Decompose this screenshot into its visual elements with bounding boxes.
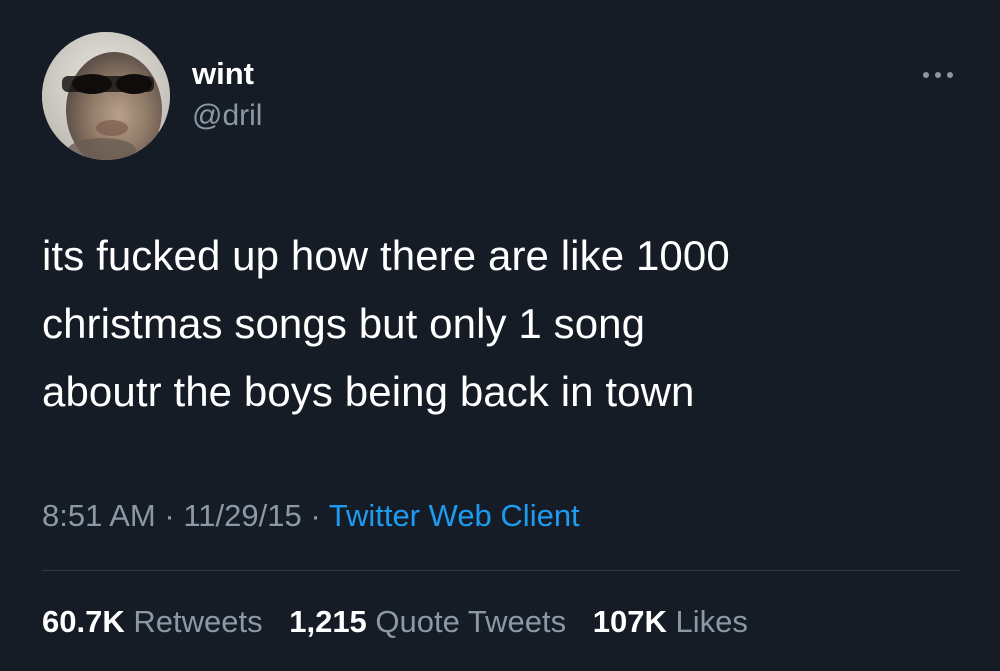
tweet-date[interactable]: 11/29/15 [183,498,301,533]
tweet-time[interactable]: 8:51 AM [42,498,156,533]
tweet-header: wint @dril [42,32,958,162]
tweet-meta: 8:51 AM · 11/29/15 · Twitter Web Client [42,496,580,536]
meta-separator: · [164,498,175,533]
user-handle[interactable]: @dril [192,96,262,136]
tweet-text-line: christmas songs but only 1 song [42,300,646,347]
meta-separator: · [310,498,321,533]
user-names: wint @dril [192,54,262,136]
tweet-text: its fucked up how there are like 1000 ch… [42,222,962,426]
quote-tweets-label: Quote Tweets [375,604,567,639]
tweet-stats: 60.7K Retweets 1,215 Quote Tweets 107K L… [42,600,766,644]
divider [42,570,960,571]
retweets-label: Retweets [133,604,263,639]
tweet-text-line: aboutr the boys being back in town [42,368,695,415]
ellipsis-icon[interactable] [918,60,958,90]
tweet-client-link[interactable]: Twitter Web Client [329,498,580,533]
tweet-card: wint @dril its fucked up how there are l… [0,0,1000,671]
retweets-stat[interactable]: 60.7K Retweets [42,600,263,644]
quote-tweets-count: 1,215 [289,604,367,639]
likes-label: Likes [675,604,748,639]
likes-stat[interactable]: 107K Likes [593,600,748,644]
quote-tweets-stat[interactable]: 1,215 Quote Tweets [289,600,566,644]
likes-count: 107K [592,604,667,639]
tweet-text-line: its fucked up how there are like 1000 [42,232,730,279]
retweets-count: 60.7K [42,604,125,639]
user-avatar[interactable] [42,32,170,160]
display-name[interactable]: wint [192,54,262,94]
avatar-image [42,32,170,160]
